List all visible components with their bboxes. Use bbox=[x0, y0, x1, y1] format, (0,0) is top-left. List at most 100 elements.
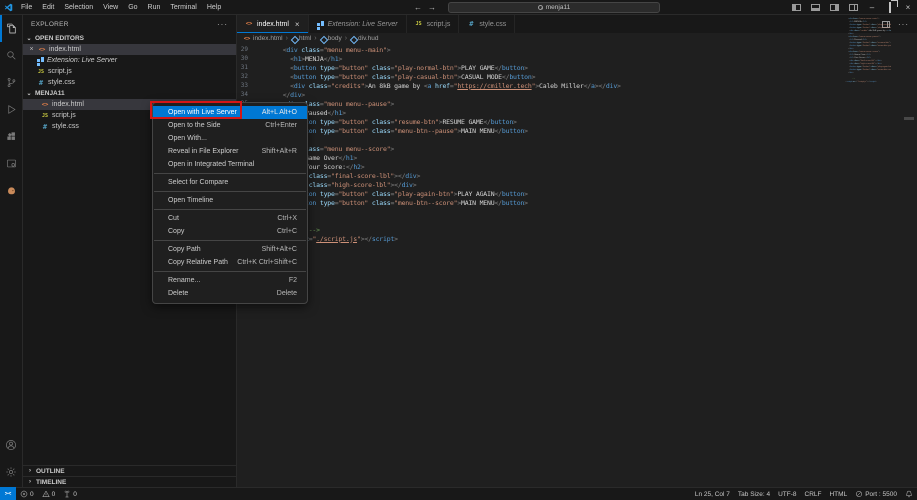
ports-count[interactable]: 0 bbox=[59, 488, 81, 500]
menubar-item-run[interactable]: Run bbox=[143, 0, 166, 15]
tab-extension-live-server[interactable]: Extension: Live Server bbox=[309, 15, 407, 33]
editor-more-actions-icon[interactable]: ··· bbox=[898, 20, 909, 29]
menu-item-open-with-live-server[interactable]: Open with Live ServerAlt+L Alt+O bbox=[153, 106, 307, 119]
activity-settings-gear-icon[interactable] bbox=[0, 458, 22, 485]
code-line[interactable]: 29 <div class="menu menu--main"> bbox=[237, 45, 917, 54]
menu-item-open-in-integrated-terminal[interactable]: Open in Integrated Terminal bbox=[153, 158, 307, 171]
minimize-button[interactable]: – bbox=[863, 0, 881, 15]
menu-item-select-for-compare[interactable]: Select for Compare bbox=[153, 176, 307, 189]
nav-back-icon[interactable]: ← bbox=[414, 3, 422, 12]
code-editor[interactable]: 29 <div class="menu menu--main">30 <h1>M… bbox=[237, 44, 917, 487]
tab-index-html[interactable]: <>index.html× bbox=[237, 15, 309, 33]
menubar-item-selection[interactable]: Selection bbox=[59, 0, 98, 15]
menu-item-cut[interactable]: CutCtrl+X bbox=[153, 212, 307, 225]
activity-live-preview-icon[interactable] bbox=[0, 150, 22, 177]
encoding[interactable]: UTF-8 bbox=[774, 491, 800, 498]
restore-button[interactable] bbox=[881, 0, 899, 15]
breadcrumb-item-index-html[interactable]: <>index.html bbox=[243, 35, 283, 42]
code-line[interactable]: 43 <div class="final-score-lbl"></div> bbox=[237, 171, 917, 180]
menu-item-reveal-in-file-explorer[interactable]: Reveal in File ExplorerShift+Alt+R bbox=[153, 145, 307, 158]
notifications[interactable] bbox=[901, 490, 917, 498]
customize-layout-icon[interactable] bbox=[849, 4, 858, 11]
toggle-sidebar-icon[interactable] bbox=[792, 4, 801, 11]
line-number: 33 bbox=[237, 82, 253, 89]
menubar-item-edit[interactable]: Edit bbox=[37, 0, 59, 15]
file-row-extension-live-server[interactable]: Extension: Live Server bbox=[23, 55, 236, 66]
code-line[interactable]: 41 <h1>Game Over</h1> bbox=[237, 153, 917, 162]
code-line[interactable]: 39 </div> bbox=[237, 135, 917, 144]
menu-item-rename-[interactable]: Rename...F2 bbox=[153, 274, 307, 287]
menu-item-copy[interactable]: CopyCtrl+C bbox=[153, 225, 307, 238]
menu-item-open-timeline[interactable]: Open Timeline bbox=[153, 194, 307, 207]
html-file-icon: <> bbox=[245, 21, 253, 27]
warnings-count[interactable]: 0 bbox=[38, 488, 60, 500]
breadcrumb-item-html[interactable]: html bbox=[291, 35, 311, 42]
code-line[interactable]: 31 <button type="button" class="play-nor… bbox=[237, 63, 917, 72]
code-line[interactable]: 44 <div class="high-score-lbl"></div> bbox=[237, 180, 917, 189]
code-line[interactable]: 32 <button type="button" class="play-cas… bbox=[237, 72, 917, 81]
nav-forward-icon[interactable]: → bbox=[428, 3, 436, 12]
live-server-port[interactable]: Port : 5500 bbox=[851, 490, 901, 498]
tab-size[interactable]: Tab Size: 4 bbox=[734, 491, 774, 498]
activity-search-icon[interactable] bbox=[0, 42, 22, 69]
section-timeline[interactable]: ›TIMELINE bbox=[23, 476, 236, 487]
code-line[interactable]: 35 <div class="menu menu--pause"> bbox=[237, 99, 917, 108]
language-mode[interactable]: HTML bbox=[825, 491, 851, 498]
explorer-actions-icon[interactable]: ··· bbox=[217, 20, 228, 29]
activity-explorer-icon[interactable] bbox=[0, 15, 22, 42]
menu-item-open-to-the-side[interactable]: Open to the SideCtrl+Enter bbox=[153, 119, 307, 132]
activity-run-debug-icon[interactable] bbox=[0, 96, 22, 123]
menubar-item-help[interactable]: Help bbox=[202, 0, 226, 15]
close-button[interactable]: × bbox=[899, 0, 917, 15]
code-line[interactable]: 45 <button type="button" class="play-aga… bbox=[237, 189, 917, 198]
toggle-secondary-sidebar-icon[interactable] bbox=[830, 4, 839, 11]
activity-account-icon[interactable] bbox=[0, 431, 22, 458]
code-line[interactable]: 33 <div class="credits">An 8kB game by <… bbox=[237, 81, 917, 90]
activity-extensions-icon[interactable] bbox=[0, 123, 22, 150]
code-line[interactable]: 30 <h1>MENJA</h1> bbox=[237, 54, 917, 63]
open-editors-header[interactable]: ⌄ OPEN EDITORS bbox=[23, 33, 236, 44]
split-editor-icon[interactable] bbox=[882, 21, 890, 28]
remote-indicator[interactable]: >< bbox=[0, 487, 16, 500]
status-label: Tab Size: 4 bbox=[738, 491, 770, 498]
activity-source-control-icon[interactable] bbox=[0, 69, 22, 96]
menu-item-copy-path[interactable]: Copy PathShift+Alt+C bbox=[153, 243, 307, 256]
breadcrumb-item-div-hud[interactable]: div.hud bbox=[350, 35, 378, 42]
menubar-item-go[interactable]: Go bbox=[123, 0, 142, 15]
code-line[interactable]: 40 <div class="menu menu--score"> bbox=[237, 144, 917, 153]
section-outline[interactable]: ›OUTLINE bbox=[23, 465, 236, 476]
file-row-style-css[interactable]: #style.css bbox=[23, 77, 236, 88]
menubar-item-file[interactable]: File bbox=[16, 0, 37, 15]
close-icon[interactable]: × bbox=[28, 46, 35, 53]
folder-header[interactable]: ⌄ MENJA11 bbox=[23, 88, 236, 99]
menu-item-copy-relative-path[interactable]: Copy Relative PathCtrl+K Ctrl+Shift+C bbox=[153, 256, 307, 269]
html-file-icon: <> bbox=[243, 36, 251, 42]
menubar-item-terminal[interactable]: Terminal bbox=[165, 0, 201, 15]
file-row-script-js[interactable]: JSscript.js bbox=[23, 66, 236, 77]
activity-custom-extension-icon[interactable] bbox=[0, 177, 22, 204]
menubar-item-view[interactable]: View bbox=[98, 0, 123, 15]
cursor-position[interactable]: Ln 25, Col 7 bbox=[691, 491, 734, 498]
code-line[interactable]: 46 <button type="button" class="menu-btn… bbox=[237, 198, 917, 207]
errors-count[interactable]: 0 bbox=[16, 488, 38, 500]
code-line[interactable]: 50 <script src="./script.js"></script> bbox=[237, 234, 917, 243]
code-line[interactable]: 47 </div> bbox=[237, 207, 917, 216]
code-line[interactable]: 34 </div> bbox=[237, 90, 917, 99]
code-line[interactable]: 48 bbox=[237, 216, 917, 225]
close-icon[interactable]: × bbox=[295, 20, 300, 29]
code-line[interactable]: 42 <h2>Your Score:</h2> bbox=[237, 162, 917, 171]
breadcrumb-item-body[interactable]: body bbox=[320, 35, 342, 42]
menu-item-open-with-[interactable]: Open With... bbox=[153, 132, 307, 145]
code-line[interactable]: 37 <button type="button" class="resume-b… bbox=[237, 117, 917, 126]
tab-script-js[interactable]: JSscript.js bbox=[407, 15, 460, 33]
tab-style-css[interactable]: #style.css bbox=[459, 15, 515, 33]
code-line[interactable]: 49 --> bbox=[237, 225, 917, 234]
file-row-index-html[interactable]: ×<>index.html bbox=[23, 44, 236, 55]
toggle-panel-icon[interactable] bbox=[811, 4, 820, 11]
code-line[interactable]: 38 <button type="button" class="menu-btn… bbox=[237, 126, 917, 135]
command-center-search[interactable]: menja11 bbox=[448, 2, 660, 13]
eol[interactable]: CRLF bbox=[801, 491, 826, 498]
menu-item-delete[interactable]: DeleteDelete bbox=[153, 287, 307, 300]
code-line[interactable]: 36 <h1>Paused</h1> bbox=[237, 108, 917, 117]
scrollbar-thumb[interactable] bbox=[904, 117, 914, 120]
